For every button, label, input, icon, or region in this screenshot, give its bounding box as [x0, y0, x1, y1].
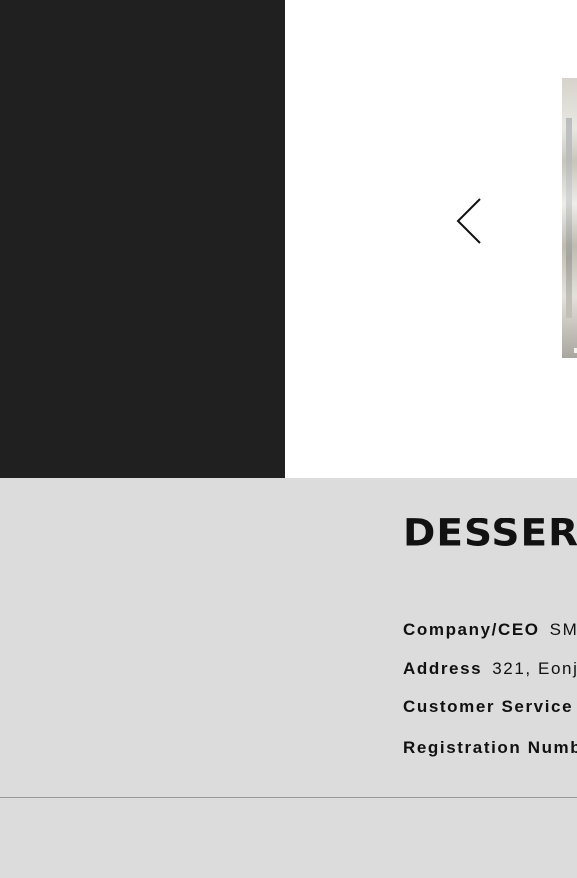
footer-logo[interactable]: DESSERT	[403, 518, 577, 550]
company-ceo-row: Company/CEO SMC	[403, 620, 577, 640]
slide-image[interactable]	[562, 78, 577, 358]
address-row: Address 321, Eonju	[403, 659, 577, 679]
customer-service-label: Customer Service	[403, 697, 574, 716]
image-slider	[285, 0, 577, 478]
address-label: Address	[403, 659, 483, 678]
address-value: 321, Eonju	[492, 659, 577, 678]
company-ceo-value: SMC	[549, 620, 577, 639]
slider-prev-button[interactable]	[455, 197, 485, 245]
registration-row: Registration Number	[403, 738, 577, 758]
company-ceo-label: Company/CEO	[403, 620, 540, 639]
dark-panel	[0, 0, 285, 478]
footer-divider	[0, 797, 577, 798]
footer: DESSERT Company/CEO SMC Address 321, Eonju…	[0, 478, 577, 878]
customer-service-row: Customer Service	[403, 697, 573, 717]
registration-label: Registration Number	[403, 738, 577, 757]
chevron-left-icon	[456, 198, 481, 244]
